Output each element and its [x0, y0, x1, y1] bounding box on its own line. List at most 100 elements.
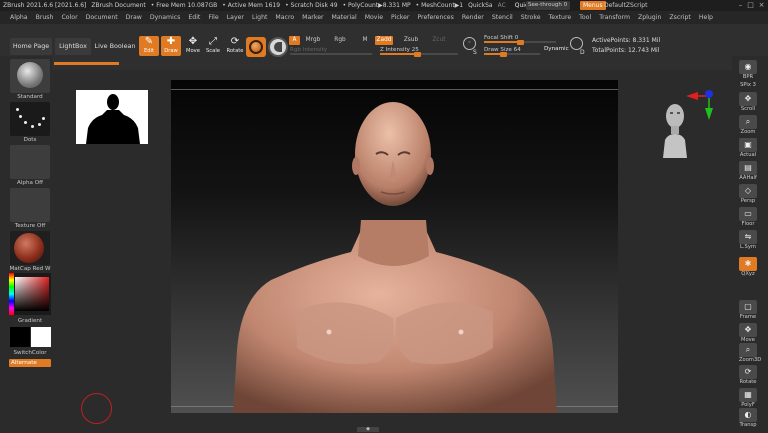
- menu-texture[interactable]: Texture: [549, 14, 572, 21]
- primary-color-swatch[interactable]: [10, 327, 30, 347]
- sphere-mode-button[interactable]: [268, 37, 288, 57]
- lsym-button[interactable]: ⇋ L.Sym: [739, 230, 757, 251]
- color-square[interactable]: [15, 277, 49, 311]
- zadd-button[interactable]: Zadd: [375, 36, 393, 45]
- rgb-intensity-slider[interactable]: Rgb Intensity: [290, 46, 372, 55]
- standard-brush-button[interactable]: [10, 59, 50, 93]
- zoom-button[interactable]: ⌕ Zoom: [739, 115, 757, 136]
- menu-layer[interactable]: Layer: [227, 14, 244, 21]
- m-button[interactable]: M: [360, 36, 370, 45]
- menu-stroke[interactable]: Stroke: [521, 14, 541, 21]
- menu-render[interactable]: Render: [462, 14, 484, 21]
- scratch-disk: • Scratch Disk 49: [285, 2, 338, 9]
- edit-icon: ✎: [144, 36, 154, 47]
- menu-marker[interactable]: Marker: [302, 14, 323, 21]
- rotate-view-button[interactable]: ⟳ Rotate: [739, 365, 757, 386]
- dynamic-button[interactable]: Dynamic: [544, 46, 569, 52]
- menu-bar: Alpha Brush Color Document Draw Dynamics…: [0, 11, 768, 24]
- actual-button[interactable]: ▣ Actual: [739, 138, 757, 159]
- frame-button[interactable]: ▢ Frame: [739, 300, 757, 321]
- scale-tool-button[interactable]: ⤢ Scale: [203, 36, 223, 56]
- menu-macro[interactable]: Macro: [275, 14, 294, 21]
- mrgb-button[interactable]: Mrgb: [303, 36, 323, 45]
- z-intensity-slider[interactable]: Z Intensity 25: [380, 46, 458, 57]
- menu-help[interactable]: Help: [699, 14, 713, 21]
- focal-shift-knob[interactable]: [517, 40, 524, 45]
- brush-material-sphere[interactable]: [246, 37, 266, 57]
- menu-light[interactable]: Light: [252, 14, 267, 21]
- live-boolean-button[interactable]: Live Boolean: [94, 38, 136, 55]
- menu-transform[interactable]: Transform: [599, 14, 630, 21]
- menu-file[interactable]: File: [208, 14, 218, 21]
- zsub-button[interactable]: Zsub: [403, 36, 419, 45]
- zcut-button[interactable]: Zcut: [432, 36, 446, 45]
- minimize-icon[interactable]: –: [736, 1, 745, 10]
- matcap-label: MatCap Red W: [9, 266, 51, 272]
- z-intensity-knob[interactable]: [414, 52, 421, 57]
- zoom3d-button[interactable]: ⌕ Zoom3D: [739, 343, 761, 364]
- menu-preferences[interactable]: Preferences: [417, 14, 453, 21]
- aahalf-button[interactable]: ▤ AAHalf: [739, 161, 757, 182]
- document-viewport[interactable]: [171, 80, 618, 413]
- bpr-button[interactable]: ◉ BPR: [739, 60, 757, 81]
- menu-zscript[interactable]: Zscript: [669, 14, 690, 21]
- alpha-button[interactable]: [10, 145, 50, 179]
- maximize-icon[interactable]: □: [746, 1, 755, 10]
- lightbox-button[interactable]: LightBox: [55, 38, 91, 55]
- menu-picker[interactable]: Picker: [391, 14, 409, 21]
- persp-button[interactable]: ◇ Persp: [739, 184, 757, 205]
- menu-zplugin[interactable]: Zplugin: [638, 14, 661, 21]
- menu-document[interactable]: Document: [86, 14, 118, 21]
- move-tool-button[interactable]: ✥ Move: [183, 36, 203, 56]
- focal-shift-slider[interactable]: Focal Shift 0: [484, 34, 556, 45]
- floor-button[interactable]: ▭ Floor: [739, 207, 757, 228]
- menu-color[interactable]: Color: [61, 14, 77, 21]
- rgb-button[interactable]: Rgb: [332, 36, 348, 45]
- alternate-button[interactable]: Alternate: [9, 359, 51, 367]
- spix-button[interactable]: SPix 3: [739, 82, 757, 89]
- menu-alpha[interactable]: Alpha: [10, 14, 28, 21]
- menu-edit[interactable]: Edit: [188, 14, 200, 21]
- transp-button[interactable]: ◐ Transp: [739, 408, 757, 429]
- draw-size-slider[interactable]: Draw Size 64: [484, 46, 540, 57]
- switch-color-button[interactable]: SwitchColor: [8, 350, 52, 356]
- floor-icon: ▭: [739, 207, 757, 221]
- active-points: ActivePoints: 8.331 Mil: [592, 37, 661, 44]
- hue-strip[interactable]: [9, 273, 14, 315]
- edit-tool-button[interactable]: ✎ Edit: [139, 36, 159, 56]
- color-picker[interactable]: [9, 273, 51, 315]
- menu-brush[interactable]: Brush: [36, 14, 54, 21]
- move-view-button[interactable]: ✥ Move: [739, 323, 757, 344]
- menu-draw[interactable]: Draw: [126, 14, 142, 21]
- zoom-icon: ⌕: [739, 115, 757, 129]
- scroll-button[interactable]: ✥ Scroll: [739, 92, 757, 113]
- close-icon[interactable]: ×: [757, 1, 766, 10]
- texture-button[interactable]: [10, 188, 50, 222]
- d-label-icon: D: [580, 49, 585, 56]
- menu-tool[interactable]: Tool: [579, 14, 591, 21]
- scroll-label: Scroll: [740, 106, 756, 112]
- bottom-expand-icon[interactable]: ◆: [357, 427, 379, 432]
- actual-label: Actual: [739, 152, 757, 158]
- menu-stencil[interactable]: Stencil: [492, 14, 513, 21]
- menu-movie[interactable]: Movie: [365, 14, 383, 21]
- default-zscript-button[interactable]: DefaultZScript: [604, 0, 647, 11]
- rotate-tool-button[interactable]: ⟳ Rotate: [225, 36, 245, 56]
- home-page-button[interactable]: Home Page: [10, 38, 52, 55]
- menus-button[interactable]: Menus: [580, 1, 606, 10]
- brush-cursor-circle: [81, 393, 112, 424]
- axis-gizmo[interactable]: [686, 86, 716, 122]
- draw-tool-button[interactable]: ✚ Draw: [161, 36, 181, 56]
- qxyz-button[interactable]: ✱ QXyz: [739, 257, 757, 278]
- aahalf-icon: ▤: [739, 161, 757, 175]
- see-through-slider[interactable]: See-through 0: [526, 1, 570, 10]
- matcap-button[interactable]: [10, 231, 50, 265]
- menu-dynamics[interactable]: Dynamics: [150, 14, 181, 21]
- a-mode-button[interactable]: A: [289, 36, 300, 45]
- menu-material[interactable]: Material: [332, 14, 357, 21]
- dots-stroke-button[interactable]: [10, 102, 50, 136]
- secondary-color-swatch[interactable]: [31, 327, 51, 347]
- draw-size-knob[interactable]: [500, 52, 507, 57]
- polyf-button[interactable]: ▦ PolyF: [739, 388, 757, 409]
- reference-thumbnail[interactable]: [76, 90, 148, 144]
